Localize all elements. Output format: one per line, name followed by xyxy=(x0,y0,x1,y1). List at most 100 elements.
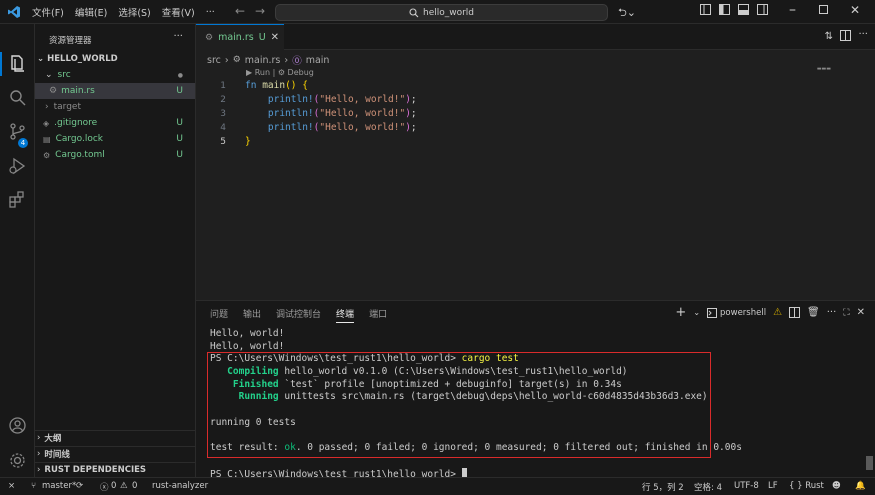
folder-hello-world[interactable]: ⌄ HELLO_WORLD xyxy=(35,51,195,67)
tab-ports[interactable]: 端口 xyxy=(369,307,387,323)
forward-arrow-icon[interactable]: → xyxy=(255,4,265,18)
line-number: 1 xyxy=(220,81,226,91)
breadcrumb: src › ⚙ main.rs › ⓪ main xyxy=(207,53,330,68)
error-count[interactable]: 0 xyxy=(111,481,116,491)
explorer-icon[interactable] xyxy=(8,54,27,73)
chevron-right-icon: › xyxy=(224,54,229,66)
rust-file-icon: ⚙ xyxy=(232,55,241,65)
explorer-title: 资源管理器 xyxy=(49,36,92,46)
section-rust-dependencies[interactable]: › RUST DEPENDENCIES xyxy=(35,462,195,477)
rust-file-icon: ⚙ xyxy=(49,86,58,96)
cursor-position[interactable]: 行 5，列 2 xyxy=(642,481,684,493)
tree-item-label: main.rs xyxy=(61,86,95,96)
tree-item-main-rs[interactable]: ⚙ main.rs U xyxy=(35,83,195,99)
compare-icon[interactable]: ⇅ xyxy=(825,31,833,42)
language-mode[interactable]: { } Rust xyxy=(789,481,824,491)
tab-label: main.rs xyxy=(218,32,254,43)
breadcrumb-file[interactable]: main.rs xyxy=(245,55,281,66)
menu-selection[interactable]: 选择(S) xyxy=(118,5,150,19)
manage-gear-icon[interactable] xyxy=(8,451,27,470)
copilot-status-icon[interactable]: ☻ xyxy=(832,481,841,491)
close-window-icon[interactable]: ✕ xyxy=(850,3,860,17)
maximize-panel-icon[interactable]: ⛶ xyxy=(843,308,849,318)
tree-item-src[interactable]: ⌄ src ● xyxy=(35,67,195,83)
terminal-shell-icon xyxy=(707,307,718,318)
close-tab-icon[interactable]: ✕ xyxy=(271,32,279,43)
panel-more-icon[interactable]: ··· xyxy=(827,307,837,318)
line-ending[interactable]: LF xyxy=(768,481,778,491)
tree-item-label: target xyxy=(53,102,81,112)
tab-output[interactable]: 输出 xyxy=(243,307,261,323)
sync-icon[interactable]: ⟳ xyxy=(76,481,83,491)
maximize-icon[interactable] xyxy=(819,5,828,14)
tab-status: U xyxy=(258,32,266,43)
chevron-right-icon: › xyxy=(37,433,41,443)
trash-icon[interactable]: 🗑 xyxy=(807,307,820,318)
split-editor-icon[interactable] xyxy=(840,30,851,41)
search-sidebar-icon[interactable] xyxy=(8,88,27,107)
code-line: } xyxy=(245,136,251,147)
toggle-panel-icon[interactable] xyxy=(738,4,749,15)
code-line: println!("Hello, world!"); xyxy=(267,122,417,133)
notifications-icon[interactable]: 🔔 xyxy=(855,481,866,491)
code-editor[interactable]: src › ⚙ main.rs › ⓪ main ▶ Run | ⚙ Debug… xyxy=(196,50,875,300)
toggle-sidebar-icon[interactable] xyxy=(719,4,730,15)
run-debug-icon[interactable] xyxy=(8,156,27,175)
tab-debug-console[interactable]: 调试控制台 xyxy=(276,307,321,323)
menu-edit[interactable]: 编辑(E) xyxy=(75,5,107,19)
close-panel-icon[interactable]: ✕ xyxy=(857,307,865,318)
breadcrumb-folder[interactable]: src xyxy=(207,55,221,66)
codelens-run-debug[interactable]: ▶ Run | ⚙ Debug xyxy=(246,68,314,77)
section-outline[interactable]: › 大纲 xyxy=(35,430,195,445)
remote-icon[interactable]: ⨯ xyxy=(8,481,15,491)
editor-more-icon[interactable]: ··· xyxy=(858,29,868,40)
chevron-down-icon: ⌄ xyxy=(37,54,45,64)
vscode-logo-icon[interactable] xyxy=(7,5,21,19)
panel-tabs: 问题 输出 调试控制台 终端 端口 xyxy=(210,307,387,323)
tab-terminal[interactable]: 终端 xyxy=(336,307,355,323)
warning-count[interactable]: 0 xyxy=(132,481,137,491)
command-center-search[interactable]: hello_world xyxy=(275,4,608,21)
toggle-secondary-sidebar-icon[interactable] xyxy=(757,4,768,15)
account-icon[interactable] xyxy=(8,416,27,435)
extension-status[interactable]: rust-analyzer xyxy=(152,481,208,491)
code-line: println!("Hello, world!"); xyxy=(267,108,417,119)
untracked-badge: U xyxy=(176,86,183,96)
terminal-shell-name[interactable]: powershell xyxy=(720,308,766,318)
branch-icon: ⑂ xyxy=(31,481,37,491)
section-timeline[interactable]: › 时间线 xyxy=(35,446,195,461)
tree-item-gitignore[interactable]: ◈ .gitignore U xyxy=(35,115,195,131)
active-indicator xyxy=(0,52,2,76)
minimize-icon[interactable]: – xyxy=(789,2,796,18)
chevron-down-icon[interactable]: ⌄ xyxy=(693,308,700,317)
menu-bar: 文件(F) 编辑(E) 选择(S) 查看(V) ··· xyxy=(32,0,215,24)
explorer-more-icon[interactable]: ··· xyxy=(173,31,183,42)
tab-problems[interactable]: 问题 xyxy=(210,307,228,323)
menu-more[interactable]: ··· xyxy=(206,7,215,18)
terminal-scrollbar[interactable] xyxy=(866,456,873,470)
panel-actions: + ⌄ powershell ⚠ 🗑 ··· ⛶ ✕ xyxy=(675,305,865,320)
menu-file[interactable]: 文件(F) xyxy=(32,5,64,19)
back-arrow-icon[interactable]: ← xyxy=(235,4,245,18)
tab-main-rs[interactable]: ⚙ main.rs U ✕ xyxy=(196,24,284,50)
minimap[interactable]: ▬▬▬ xyxy=(817,66,831,72)
split-terminal-icon[interactable] xyxy=(789,307,801,318)
indentation[interactable]: 空格: 4 xyxy=(694,481,722,493)
search-icon xyxy=(409,7,419,17)
error-icon: ⓧ xyxy=(100,483,109,493)
menu-view[interactable]: 查看(V) xyxy=(162,5,195,19)
new-terminal-icon[interactable]: + xyxy=(675,305,686,320)
source-control-badge: 4 xyxy=(18,138,28,148)
tree-item-cargo-lock[interactable]: ▤ Cargo.lock U xyxy=(35,131,195,147)
extensions-icon[interactable] xyxy=(8,190,27,209)
tree-item-cargo-toml[interactable]: ⚙ Cargo.toml U xyxy=(35,147,195,163)
code-line: println!("Hello, world!"); xyxy=(267,94,417,105)
customize-layout-icon[interactable] xyxy=(700,4,711,15)
tree-item-target[interactable]: › target xyxy=(35,99,195,115)
breadcrumb-symbol[interactable]: main xyxy=(306,55,330,66)
branch-name[interactable]: master* xyxy=(42,481,76,491)
tree-item-label: src xyxy=(57,70,71,80)
warning-icon[interactable]: ⚠ xyxy=(773,307,782,318)
encoding[interactable]: UTF-8 xyxy=(734,481,759,491)
copilot-icon[interactable]: ⮌⌄ xyxy=(618,4,636,23)
